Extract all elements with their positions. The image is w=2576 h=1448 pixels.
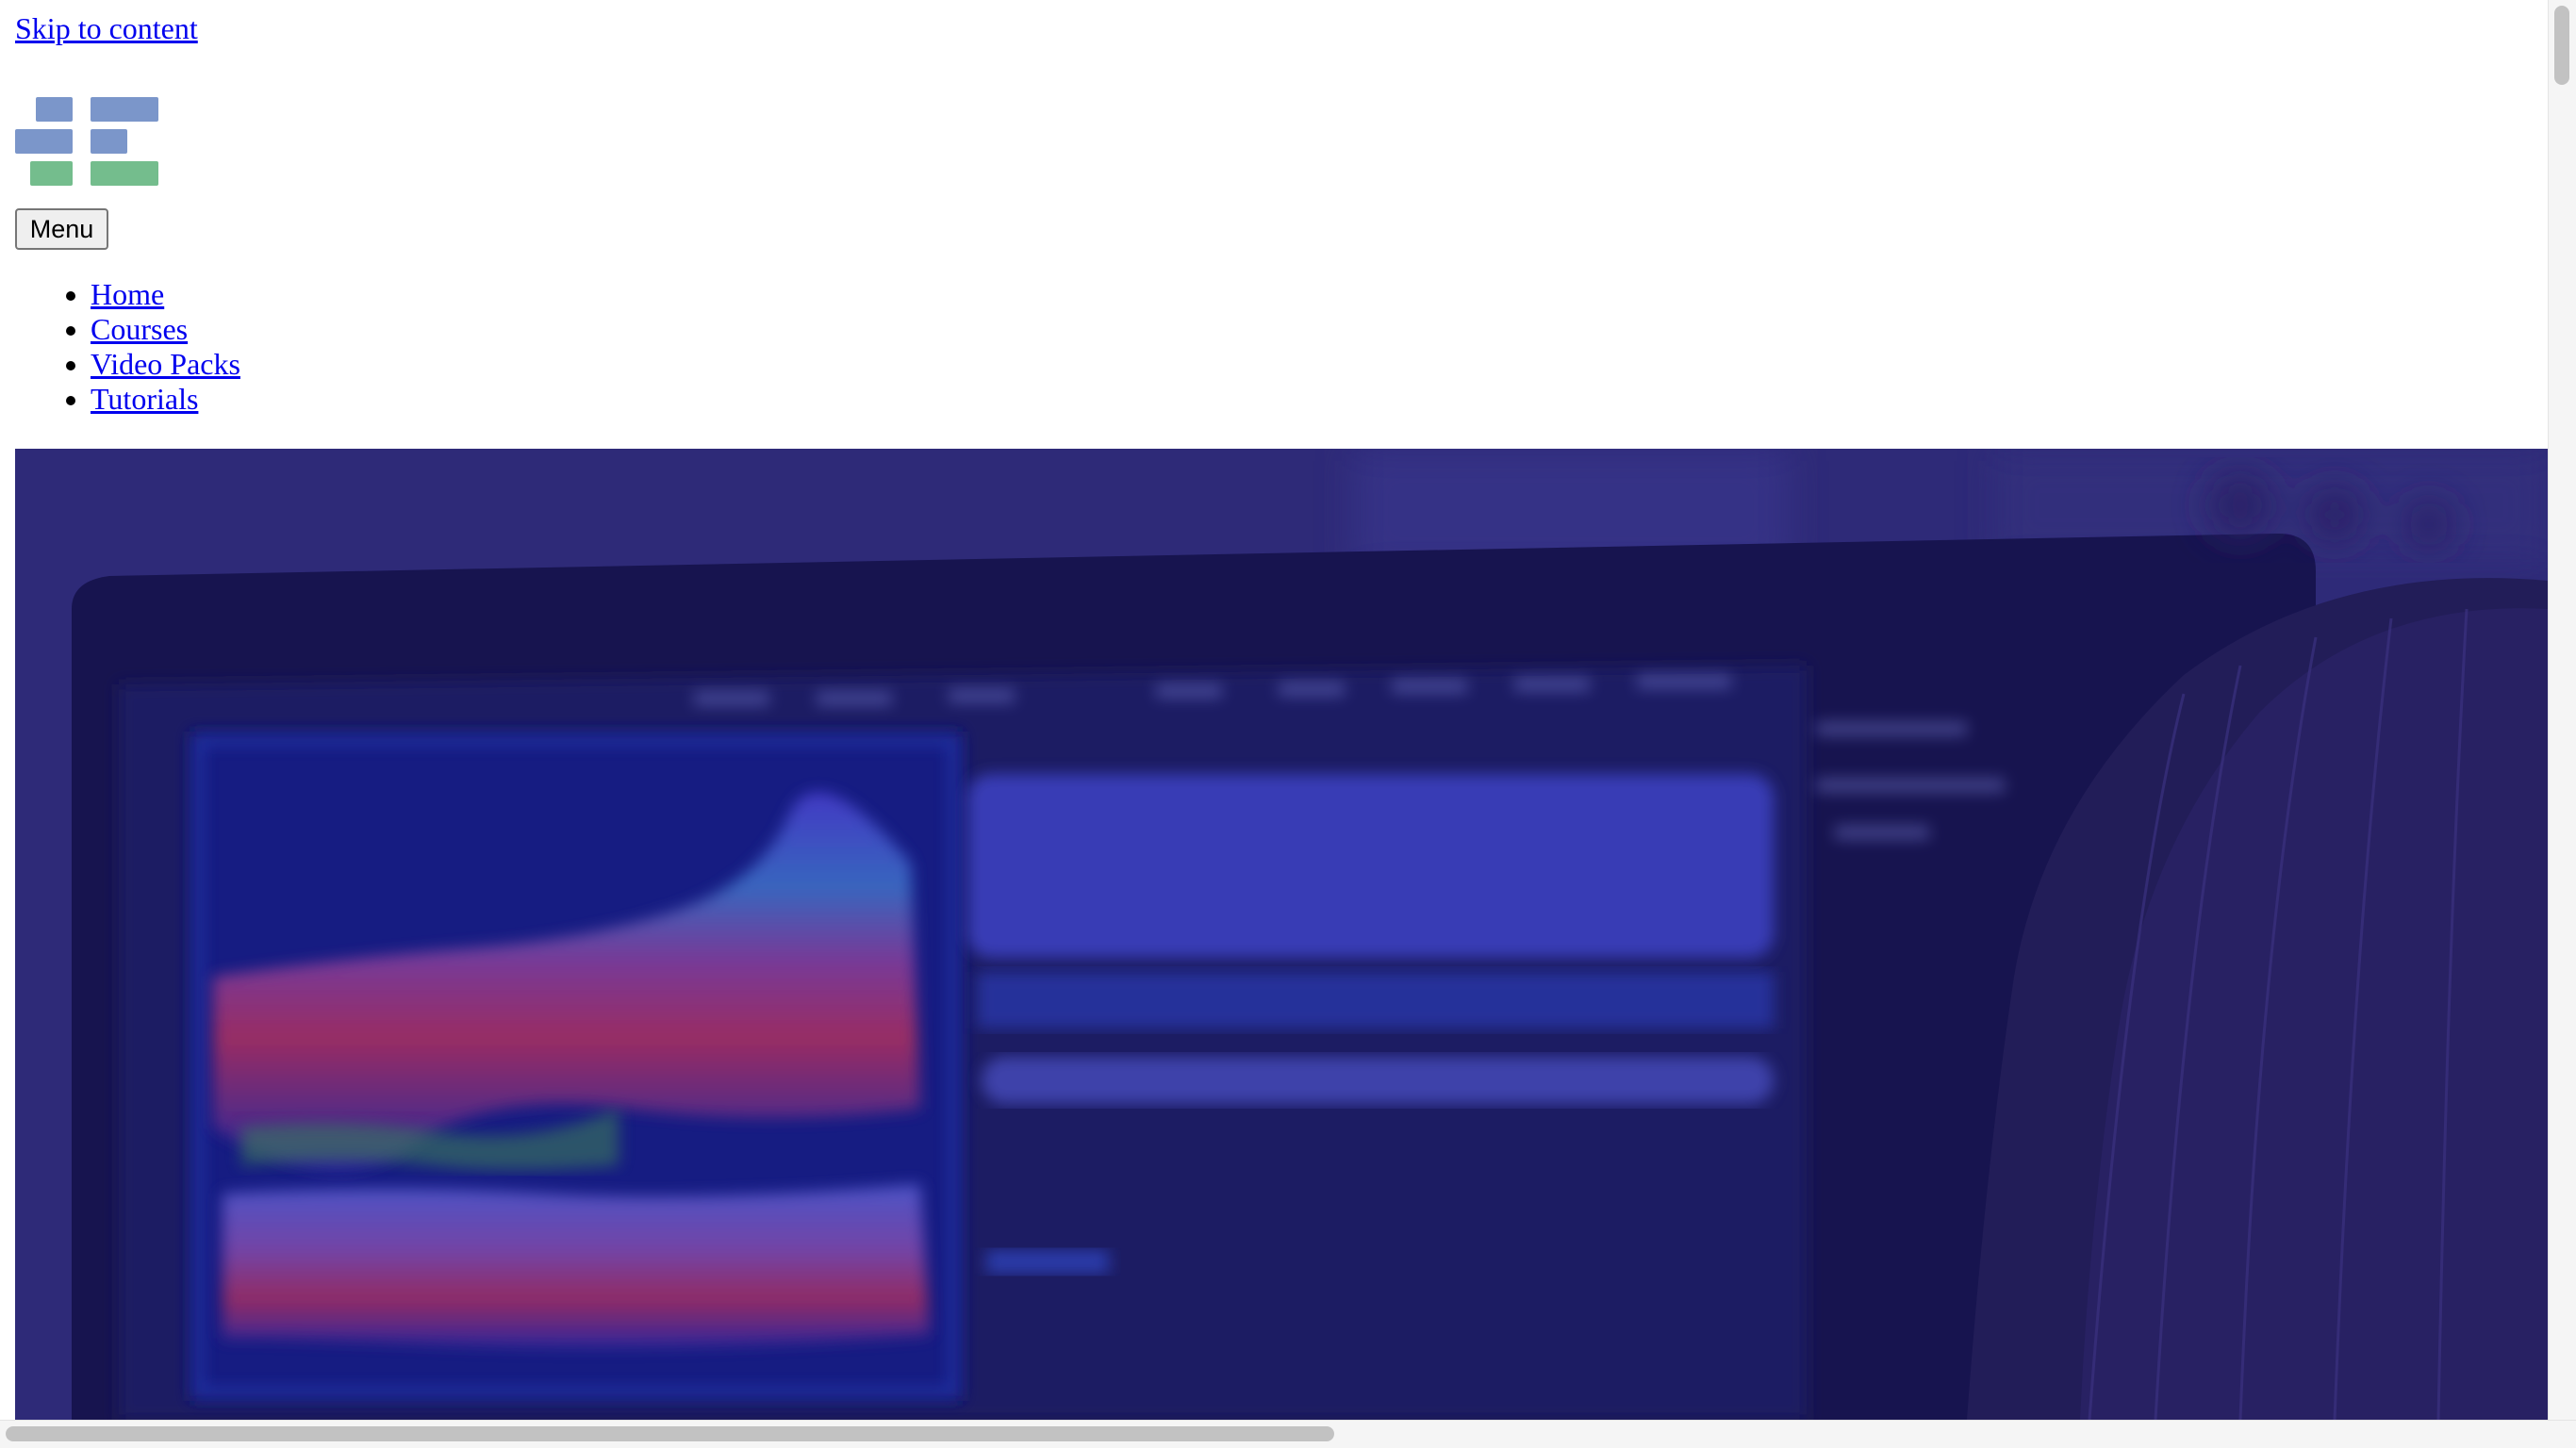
main-navigation: Home Courses Video Packs Tutorials [51,277,240,417]
nav-item-tutorials: Tutorials [91,382,240,417]
nav-link-tutorials[interactable]: Tutorials [91,382,198,416]
horizontal-scrollbar-thumb[interactable] [6,1426,1334,1441]
hero-image [15,449,2548,1420]
vertical-scrollbar-thumb[interactable] [2554,6,2569,85]
site-logo[interactable] [15,97,161,188]
logo-blocks-icon [15,97,158,186]
menu-button[interactable]: Menu [15,208,108,250]
nav-link-courses[interactable]: Courses [91,312,188,346]
skip-to-content-link[interactable]: Skip to content [15,11,198,46]
page: Skip to content Menu Home Courses Video … [0,0,2548,1420]
nav-link-home[interactable]: Home [91,277,164,311]
nav-item-video-packs: Video Packs [91,347,240,382]
vertical-scrollbar[interactable] [2548,0,2576,1420]
nav-item-home: Home [91,277,240,312]
nav-item-courses: Courses [91,312,240,347]
hero-photo-illustration [15,449,2548,1420]
nav-link-video-packs[interactable]: Video Packs [91,347,240,381]
